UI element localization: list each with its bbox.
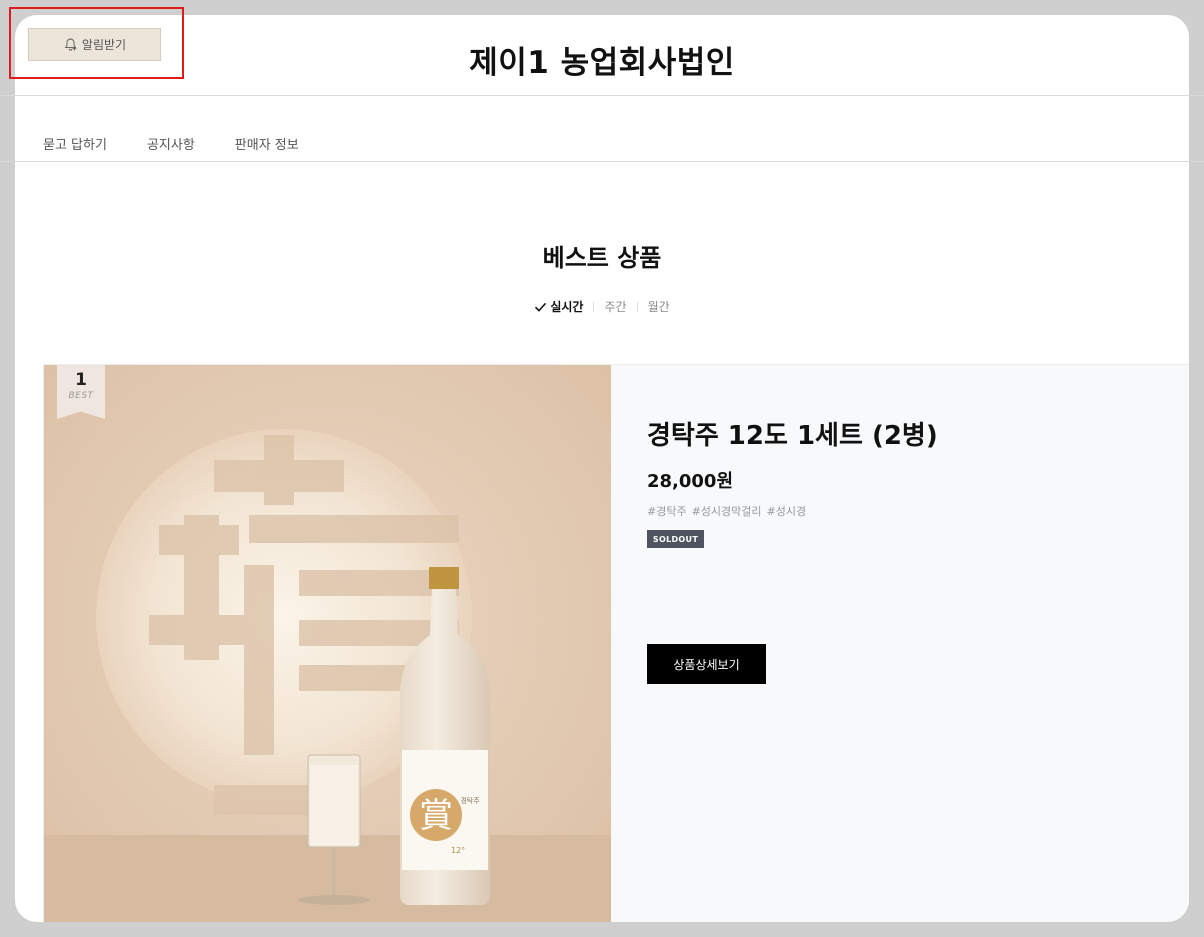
nav-item-qna[interactable]: 묻고 답하기 <box>43 134 107 153</box>
store-header: 알림받기 제이1 농업회사법인 <box>15 15 1189 95</box>
product-card: 賞 경탁주 12° 1 BEST 경탁주 12도 1세트 (2병) 28,000… <box>43 364 1189 922</box>
check-icon <box>535 302 547 312</box>
tab-realtime[interactable]: 실시간 <box>534 298 583 315</box>
tab-realtime-label: 실시간 <box>550 300 584 314</box>
tab-monthly-label: 월간 <box>647 300 670 314</box>
nav-item-notice[interactable]: 공지사항 <box>147 134 195 153</box>
product-tag[interactable]: #성시경막걸리 <box>692 503 762 519</box>
tab-weekly-label: 주간 <box>604 300 627 314</box>
nav-item-seller-info[interactable]: 판매자 정보 <box>235 134 299 153</box>
bottle-label-abv: 12° <box>451 846 465 855</box>
soldout-badge: SOLDOUT <box>647 530 704 548</box>
tab-weekly[interactable]: 주간 <box>604 298 626 315</box>
bottle-label-brand: 경탁주 <box>460 796 480 805</box>
tab-divider <box>593 301 595 312</box>
product-tag[interactable]: #성시경 <box>767 503 807 519</box>
product-tag[interactable]: #경탁주 <box>647 503 687 519</box>
tab-divider <box>636 301 638 312</box>
tab-monthly[interactable]: 월간 <box>648 298 670 315</box>
best-rank-number: 1 <box>75 370 87 390</box>
product-photo-illustration: 賞 경탁주 12° <box>44 365 611 922</box>
best-section-title: 베스트 상품 <box>542 244 662 272</box>
header-divider <box>0 95 1204 96</box>
store-title: 제이1 농업회사법인 <box>469 45 735 81</box>
product-tags: #경탁주 #성시경막걸리 #성시경 <box>647 503 806 519</box>
product-price: 28,000원 <box>647 471 734 492</box>
product-image[interactable]: 賞 경탁주 12° 1 BEST <box>44 365 611 922</box>
best-rank-badge: 1 BEST <box>57 365 105 419</box>
product-detail-button[interactable]: 상품상세보기 <box>647 644 766 684</box>
best-rank-label: BEST <box>68 391 94 401</box>
product-name[interactable]: 경탁주 12도 1세트 (2병) <box>647 415 938 452</box>
store-nav: 묻고 답하기 공지사항 판매자 정보 <box>43 134 299 153</box>
nav-divider <box>0 161 1204 162</box>
bottle-label-glyph: 賞 <box>419 796 453 836</box>
store-page: 알림받기 제이1 농업회사법인 묻고 답하기 공지사항 판매자 정보 베스트 상… <box>15 15 1189 922</box>
best-period-tabs: 실시간 주간 월간 <box>15 298 1189 315</box>
